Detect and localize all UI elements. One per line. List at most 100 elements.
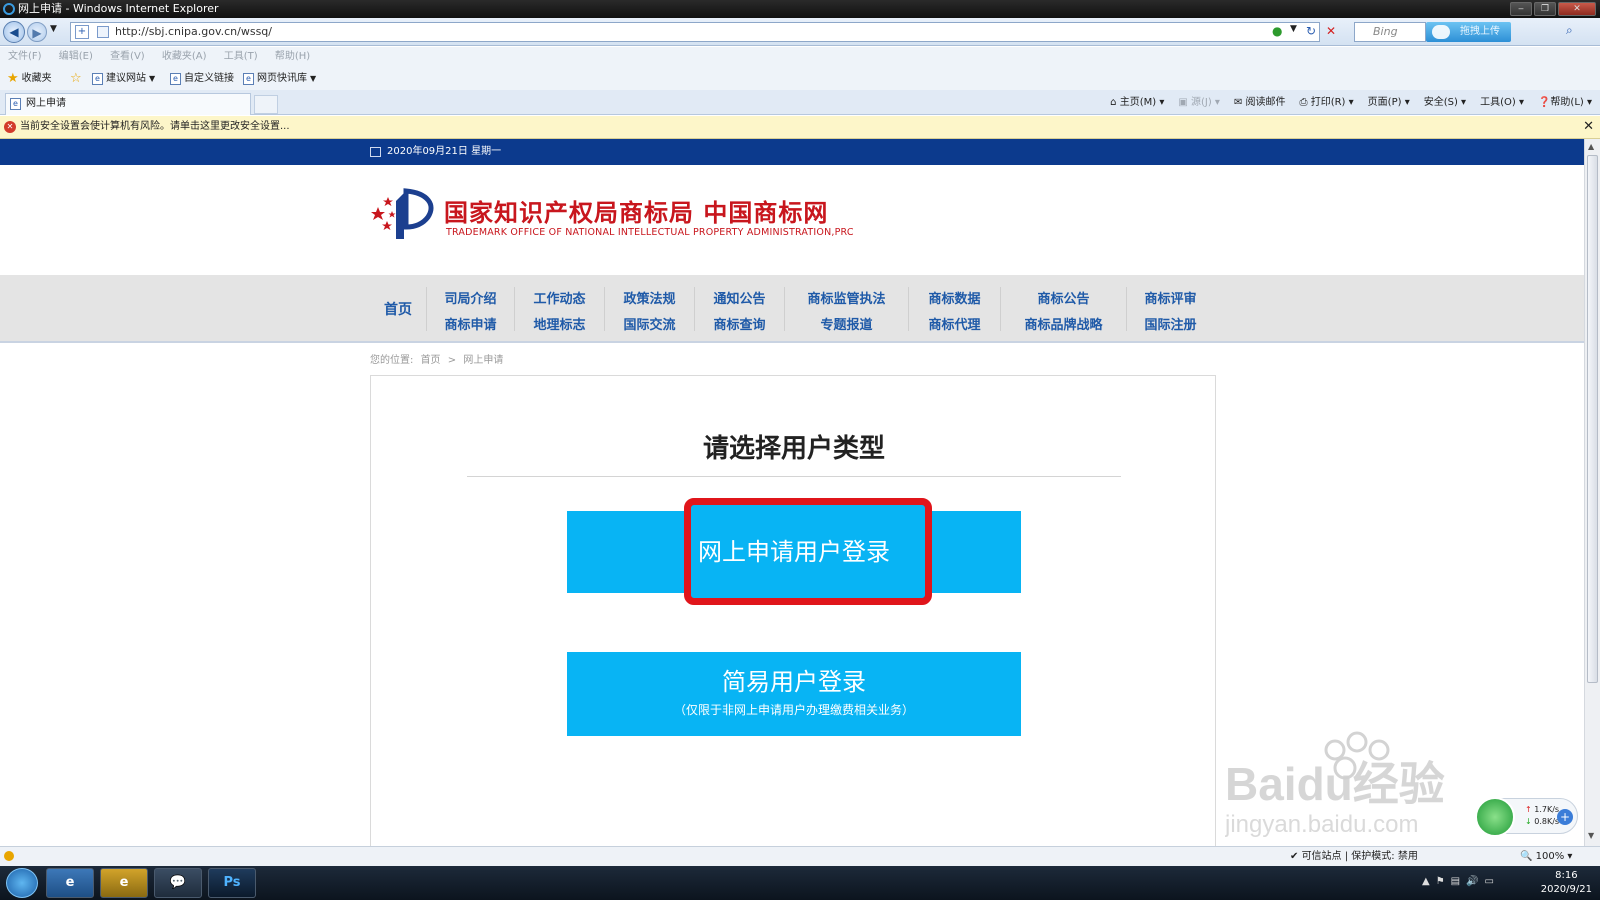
online-user-login-button[interactable]: 网上申请用户登录 xyxy=(567,498,1021,605)
menu-view[interactable]: 查看(V) xyxy=(110,51,145,62)
taskbar-ie-icon[interactable]: e xyxy=(46,868,94,898)
breadcrumb-separator: > xyxy=(447,355,457,366)
tools-menu-button[interactable]: 工具(O) ▾ xyxy=(1480,90,1524,115)
nav-column-4: 通知公告 商标查询 xyxy=(694,287,784,333)
address-input[interactable]: + http://sbj.cnipa.gov.cn/wssq/ xyxy=(70,22,1320,42)
zoom-level[interactable]: 🔍 100% ▾ xyxy=(1520,847,1572,866)
print-button[interactable]: ⎙ 打印(R) ▾ xyxy=(1300,90,1354,115)
home-label: 主页(M) xyxy=(1119,97,1157,108)
command-bar: ⌂ 主页(M) ▾ ▣ 源(J) ▾ ✉ 阅读邮件 ⎙ 打印(R) ▾ 页面(P… xyxy=(1110,90,1592,115)
menu-edit[interactable]: 编辑(E) xyxy=(59,51,93,62)
page-icon: e xyxy=(170,72,181,85)
cnipa-logo[interactable] xyxy=(370,187,440,243)
nav-column-3: 政策法规 国际交流 xyxy=(604,287,694,333)
close-window-button[interactable]: ✕ xyxy=(1558,2,1596,16)
history-dropdown-icon[interactable]: ▼ xyxy=(50,24,57,34)
menu-help[interactable]: 帮助(H) xyxy=(275,51,310,62)
page-icon xyxy=(97,26,109,38)
tab-bar: e 网上申请 ⌂ 主页(M) ▾ ▣ 源(J) ▾ ✉ 阅读邮件 ⎙ 打印(R)… xyxy=(0,90,1600,115)
panel-title: 请选择用户类型 xyxy=(702,434,885,464)
nav-about[interactable]: 司局介绍 xyxy=(427,287,514,313)
address-url: http://sbj.cnipa.gov.cn/wssq/ xyxy=(115,25,272,38)
nav-geo-indication[interactable]: 地理标志 xyxy=(515,313,604,339)
site-header: 国家知识产权局商标局 中国商标网 TRADEMARK OFFICE OF NAT… xyxy=(0,165,1584,275)
nav-brand-strategy[interactable]: 商标品牌战略 xyxy=(1001,313,1126,339)
taskbar-photoshop-icon[interactable]: Ps xyxy=(208,868,256,898)
network-speed-widget[interactable]: ↑ 1.7K/s ↓ 0.8K/s + xyxy=(1475,797,1578,837)
menu-tools[interactable]: 工具(T) xyxy=(224,51,258,62)
nav-special-reports[interactable]: 专题报道 xyxy=(785,313,908,339)
minimize-button[interactable]: ‒ xyxy=(1510,2,1532,16)
tab-online-application[interactable]: e 网上申请 xyxy=(5,93,251,115)
taskbar-browser-icon[interactable]: e xyxy=(100,868,148,898)
system-tray-icons[interactable]: ▲⚑▤🔊▭ xyxy=(1422,876,1500,887)
nav-enforcement[interactable]: 商标监管执法 xyxy=(785,287,908,313)
back-button[interactable]: ◀ xyxy=(3,21,25,43)
breadcrumb: 您的位置: 首页 > 网上申请 xyxy=(370,351,507,366)
add-icon: + xyxy=(75,25,89,39)
security-infobar[interactable]: ✕ 当前安全设置会使计算机有风险。请单击这里更改安全设置... ✕ xyxy=(0,116,1600,139)
page-menu-button[interactable]: 页面(P) ▾ xyxy=(1368,90,1410,115)
address-dropdown-icon[interactable]: ▼ xyxy=(1290,24,1297,34)
breadcrumb-home[interactable]: 首页 xyxy=(421,355,441,366)
page-icon: e xyxy=(92,72,103,85)
safety-menu-label: 安全(S) xyxy=(1423,97,1458,108)
nav-tm-application[interactable]: 商标申请 xyxy=(427,313,514,339)
favorites-button[interactable]: ★ 收藏夹 xyxy=(7,67,52,90)
photoshop-label: Ps xyxy=(223,875,241,890)
upload-button[interactable]: 拖拽上传 xyxy=(1426,22,1511,42)
fav-item-custom-links[interactable]: e 自定义链接 xyxy=(170,67,234,90)
speed-ball-icon xyxy=(1475,797,1515,837)
nav-tm-search[interactable]: 商标查询 xyxy=(695,313,784,339)
nav-tm-data[interactable]: 商标数据 xyxy=(909,287,1000,313)
forward-button[interactable]: ▶ xyxy=(27,22,47,42)
security-warning-icon: ✕ xyxy=(4,121,16,133)
nav-international[interactable]: 国际交流 xyxy=(605,313,694,339)
new-tab-button[interactable] xyxy=(254,95,278,114)
scroll-down-icon[interactable]: ▼ xyxy=(1588,831,1594,840)
help-menu-button[interactable]: ❓帮助(L) ▾ xyxy=(1538,90,1592,115)
window-titlebar: 网上申请 - Windows Internet Explorer ‒ ❐ ✕ xyxy=(0,0,1600,18)
clock-date: 2020/9/21 xyxy=(1540,884,1592,895)
fav-item-suggested[interactable]: e 建议网站 ▼ xyxy=(92,67,155,90)
add-favorite-button[interactable]: ☆ xyxy=(70,67,82,90)
system-clock[interactable]: 8:16 2020/9/21 xyxy=(1541,866,1592,900)
security-zone[interactable]: ✔ 可信站点 | 保护模式: 禁用 xyxy=(1290,847,1418,866)
taskbar-wechat-icon[interactable]: 💬 xyxy=(154,868,202,898)
fav-item-label: 自定义链接 xyxy=(184,73,234,84)
simple-user-login-button[interactable]: 简易用户登录 （仅限于非网上申请用户办理缴费相关业务） xyxy=(567,652,1021,736)
menu-file[interactable]: 文件(F) xyxy=(8,51,42,62)
nav-policy[interactable]: 政策法规 xyxy=(605,287,694,313)
nav-tm-agency[interactable]: 商标代理 xyxy=(909,313,1000,339)
home-button[interactable]: ⌂ 主页(M) ▾ xyxy=(1110,90,1164,115)
favorites-bar: ★ 收藏夹 ☆ e 建议网站 ▼ e 自定义链接 e 网页快讯库 ▼ xyxy=(0,67,1600,90)
scroll-up-icon[interactable]: ▲ xyxy=(1588,142,1594,151)
simple-user-login-note: （仅限于非网上申请用户办理缴费相关业务） xyxy=(673,703,914,717)
safety-menu-button[interactable]: 安全(S) ▾ xyxy=(1424,90,1466,115)
maximize-button[interactable]: ❐ xyxy=(1534,2,1556,16)
stop-icon[interactable]: ✕ xyxy=(1326,24,1336,38)
upload-label: 拖拽上传 xyxy=(1460,26,1500,37)
fav-item-web-slices[interactable]: e 网页快讯库 ▼ xyxy=(243,67,316,90)
compat-icon[interactable]: ● xyxy=(1272,24,1282,38)
nav-news[interactable]: 工作动态 xyxy=(515,287,604,313)
feeds-button[interactable]: ▣ 源(J) ▾ xyxy=(1178,90,1220,115)
main-nav: 首页 司局介绍 商标申请 工作动态 地理标志 政策法规 国际交流 通知公告 商标… xyxy=(0,275,1584,343)
search-icon[interactable]: ⌕ xyxy=(1566,23,1573,38)
search-input[interactable]: Bing xyxy=(1354,22,1426,42)
start-button[interactable] xyxy=(6,868,38,898)
menu-favorites[interactable]: 收藏夹(A) xyxy=(162,51,207,62)
infobar-message: 当前安全设置会使计算机有风险。请单击这里更改安全设置... xyxy=(20,121,290,132)
read-mail-button[interactable]: ✉ 阅读邮件 xyxy=(1234,90,1286,115)
vertical-scrollbar[interactable]: ▲ ▼ xyxy=(1584,139,1600,846)
nav-tm-gazette[interactable]: 商标公告 xyxy=(1001,287,1126,313)
nav-column-5: 商标监管执法 专题报道 xyxy=(784,287,908,333)
refresh-icon[interactable]: ↻ xyxy=(1306,24,1316,38)
nav-intl-registration[interactable]: 国际注册 xyxy=(1127,313,1214,339)
nav-tm-review[interactable]: 商标评审 xyxy=(1127,287,1214,313)
nav-notices[interactable]: 通知公告 xyxy=(695,287,784,313)
close-infobar-icon[interactable]: ✕ xyxy=(1583,116,1594,138)
nav-home[interactable]: 首页 xyxy=(384,299,412,319)
plus-icon[interactable]: + xyxy=(1557,809,1573,825)
scrollbar-thumb[interactable] xyxy=(1587,155,1598,683)
